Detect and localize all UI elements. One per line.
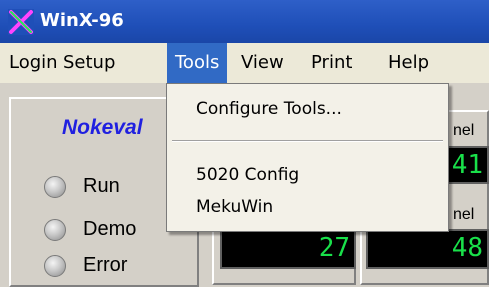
channel-value-2: 48 <box>366 229 489 269</box>
run-label: Run <box>83 175 120 197</box>
menu-help[interactable]: Help <box>380 43 437 83</box>
menuitem-5020-config[interactable]: 5020 Config <box>167 160 448 190</box>
menu-bar: Login Setup Tools View Print Help <box>0 43 489 83</box>
menuitem-mekuwin[interactable]: MekuWin <box>167 192 448 222</box>
error-label: Error <box>83 254 128 276</box>
demo-label: Demo <box>83 218 137 240</box>
menu-view[interactable]: View <box>233 43 292 83</box>
title-bar[interactable]: WinX-96 <box>0 0 489 43</box>
menu-tools[interactable]: Tools <box>167 43 228 83</box>
channel-label-1: nel <box>453 122 475 139</box>
channel-value-3: 27 <box>220 229 356 269</box>
error-led-icon <box>44 255 66 277</box>
run-led-icon <box>44 176 66 198</box>
menuitem-configure-tools[interactable]: Configure Tools... <box>167 94 448 124</box>
brand-label: Nokeval <box>62 116 143 139</box>
demo-led-icon <box>44 219 66 241</box>
menu-separator <box>172 140 443 142</box>
channel-label-2: nel <box>453 206 475 223</box>
window-title: WinX-96 <box>40 10 124 31</box>
app-x-icon <box>8 9 34 35</box>
tools-dropdown-menu: Configure Tools... 5020 Config MekuWin <box>166 83 449 232</box>
menu-setup[interactable]: Setup <box>55 43 123 83</box>
menu-print[interactable]: Print <box>303 43 360 83</box>
